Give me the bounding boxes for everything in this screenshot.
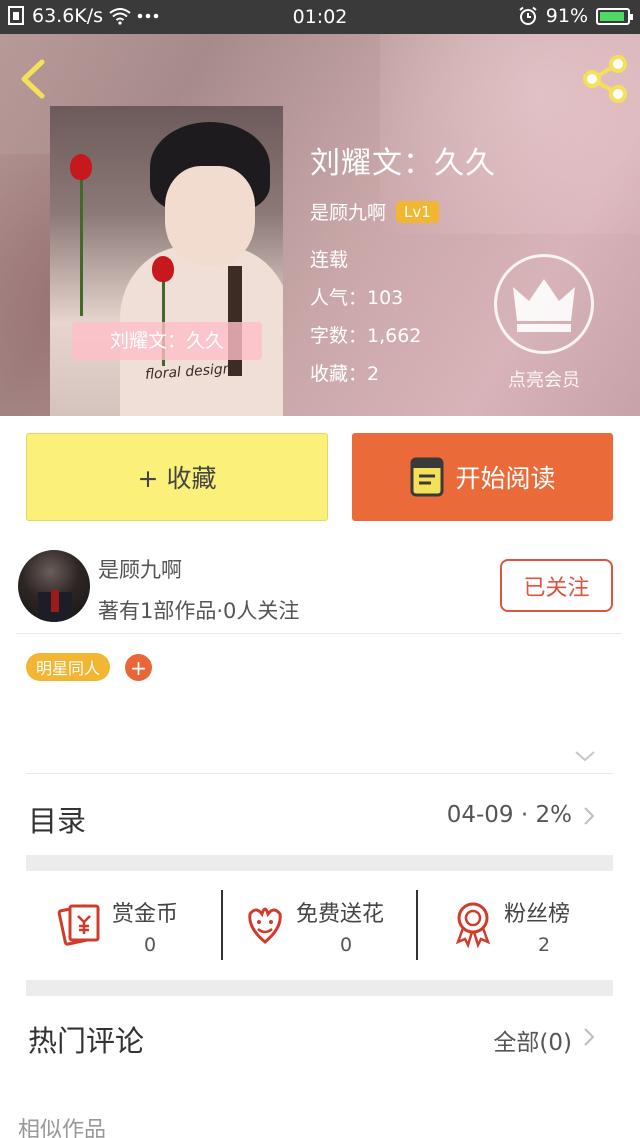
writer-name[interactable]: 是顾九啊 bbox=[98, 554, 182, 584]
chevron-right-icon[interactable] bbox=[582, 1026, 596, 1048]
fan-ranking[interactable]: 粉丝榜 2 bbox=[448, 890, 608, 960]
writer-avatar[interactable] bbox=[18, 550, 90, 622]
battery-percent: 91% bbox=[545, 5, 588, 27]
crown-icon bbox=[513, 279, 575, 332]
tag-celebrity-fanfic[interactable]: 明星同人 bbox=[26, 653, 111, 681]
book-cover[interactable]: 刘耀文：久久 floral design bbox=[50, 106, 283, 416]
share-button[interactable] bbox=[578, 52, 632, 106]
catalog-title[interactable]: 目录 bbox=[28, 798, 86, 840]
book-icon bbox=[410, 457, 444, 497]
follow-button[interactable]: 已关注 bbox=[500, 559, 613, 612]
vertical-divider bbox=[221, 890, 223, 960]
catalog-progress[interactable]: 04-09 · 2% bbox=[447, 802, 572, 828]
collect-button[interactable]: + 收藏 bbox=[26, 433, 328, 521]
reward-coins[interactable]: 赏金币 0 bbox=[56, 890, 216, 960]
book-popularity: 人气：103 bbox=[310, 287, 404, 309]
reward-flowers[interactable]: 免费送花 0 bbox=[240, 890, 410, 960]
all-comments-link[interactable]: 全部(0) bbox=[493, 1023, 572, 1057]
battery-icon bbox=[596, 7, 633, 25]
reward-flowers-value: 0 bbox=[340, 934, 353, 956]
chevron-down-icon bbox=[575, 751, 595, 762]
book-favorites: 收藏：2 bbox=[310, 363, 380, 385]
back-button[interactable] bbox=[14, 56, 54, 102]
author-row: 是顾九啊 Lv1 bbox=[310, 198, 439, 225]
vip-badge[interactable] bbox=[494, 254, 594, 354]
add-tag-button[interactable]: + bbox=[125, 654, 152, 681]
writer-stats: 著有1部作品·0人关注 bbox=[98, 599, 300, 623]
start-reading-button[interactable]: 开始阅读 bbox=[352, 433, 613, 521]
ribbon-medal-icon bbox=[455, 902, 491, 948]
reward-flowers-label: 免费送花 bbox=[296, 902, 385, 927]
author-name[interactable]: 是顾九啊 bbox=[310, 198, 386, 225]
level-badge: Lv1 bbox=[396, 200, 439, 223]
cover-banner: 刘耀文：久久 bbox=[72, 322, 262, 360]
reward-coins-label: 赏金币 bbox=[112, 902, 179, 927]
section-separator bbox=[26, 855, 613, 871]
hot-comments-title: 热门评论 bbox=[28, 1024, 145, 1058]
divider bbox=[16, 633, 622, 634]
status-bar: 63.6K/s 01:02 91% bbox=[0, 0, 640, 34]
similar-works-title: 相似作品 bbox=[18, 1118, 107, 1138]
book-word-count: 字数：1,662 bbox=[310, 325, 422, 347]
chevron-left-icon bbox=[21, 59, 45, 99]
section-separator bbox=[26, 980, 613, 996]
book-header: 刘耀文：久久 floral design 刘耀文：久久 是顾九啊 Lv1 连载 … bbox=[0, 34, 640, 416]
alarm-icon bbox=[519, 6, 537, 25]
vip-label[interactable]: 点亮会员 bbox=[480, 366, 608, 392]
divider bbox=[26, 773, 613, 774]
share-icon bbox=[583, 55, 627, 103]
start-reading-label: 开始阅读 bbox=[455, 464, 556, 493]
book-title: 刘耀文：久久 bbox=[310, 146, 496, 181]
book-status: 连载 bbox=[310, 249, 349, 271]
status-right: 91% bbox=[518, 5, 633, 27]
fan-ranking-value: 2 bbox=[538, 934, 551, 956]
chevron-right-icon[interactable] bbox=[582, 805, 596, 827]
fan-ranking-label: 粉丝榜 bbox=[504, 902, 571, 927]
coin-envelope-icon bbox=[57, 904, 100, 946]
reward-coins-value: 0 bbox=[144, 934, 157, 956]
expand-button[interactable] bbox=[574, 748, 596, 762]
flower-icon bbox=[248, 907, 282, 944]
vertical-divider bbox=[416, 890, 418, 960]
